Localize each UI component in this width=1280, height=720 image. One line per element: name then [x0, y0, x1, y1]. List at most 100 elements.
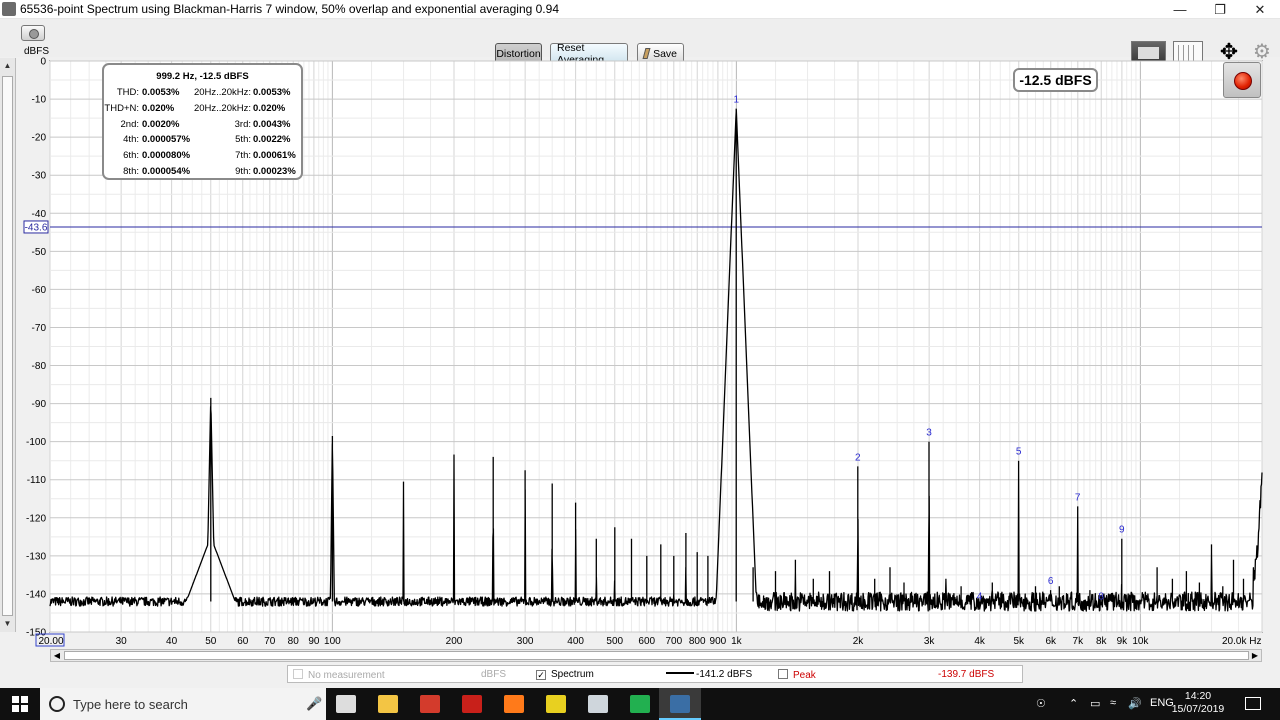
no-measurement-checkbox[interactable]: [293, 669, 303, 679]
title-bar: 65536-point Spectrum using Blackman-Harr…: [0, 0, 1280, 19]
x-tick-label: 40: [166, 636, 178, 647]
volume-icon[interactable]: 🔊: [1128, 697, 1142, 710]
x-tick-label: 6k: [1045, 636, 1057, 647]
x-tick-label: 60: [237, 636, 249, 647]
battery-icon[interactable]: ▭: [1090, 697, 1100, 710]
record-button[interactable]: [1223, 62, 1261, 98]
tray-chevron-icon[interactable]: ⌃: [1069, 697, 1078, 710]
y-tick-label: -60: [32, 285, 47, 296]
distortion-row: THD+N: 0.020% 20Hz..20kHz: 0.020%: [104, 103, 301, 117]
distortion-panel: 999.2 Hz, -12.5 dBFS THD: 0.0053% 20Hz..20…: [102, 63, 303, 180]
distortion-label: 3rd:: [234, 118, 251, 130]
distortion-label: 4th:: [123, 134, 139, 146]
close-button[interactable]: ✕: [1240, 0, 1280, 19]
no-measurement-unit: dBFS: [481, 669, 507, 680]
task-view-taskbar-button[interactable]: [325, 688, 367, 720]
y-tick-label: -70: [32, 323, 47, 334]
whatsapp-taskbar-button[interactable]: [619, 688, 661, 720]
x-tick-label: 100: [324, 636, 341, 647]
horizontal-scroll-thumb[interactable]: [64, 651, 1249, 660]
legend-spectrum[interactable]: ✓ Spectrum: [536, 669, 594, 680]
mail-taskbar-button[interactable]: [409, 688, 451, 720]
distortion-row: THD: 0.0053% 20Hz..20kHz: 0.0053%: [104, 87, 301, 101]
x-tick-label: 30: [116, 636, 128, 647]
distortion-label: 8th:: [123, 166, 139, 177]
distortion-label: THD+N:: [104, 102, 139, 114]
taskbar-search[interactable]: Type here to search 🎤: [40, 688, 326, 720]
harmonic-label: 4: [977, 591, 983, 602]
pdf-taskbar-button[interactable]: [535, 688, 577, 720]
clock-time: 14:20: [1184, 690, 1212, 702]
x-tick-label: 8k: [1096, 636, 1108, 647]
minimize-button[interactable]: —: [1160, 0, 1200, 19]
scroll-right-icon[interactable]: ▶: [1249, 650, 1261, 661]
y-tick-label: -120: [26, 513, 46, 524]
x-tick-label: 300: [517, 636, 534, 647]
y-unit-label: dBFS: [24, 46, 50, 57]
x-tick-label: 9k: [1117, 636, 1129, 647]
cursor-label: -43.6: [25, 222, 48, 233]
y-tick-label: -100: [26, 437, 46, 448]
clock-date: 15/07/2019: [1171, 703, 1225, 715]
distortion-value: 0.00061%: [253, 150, 296, 162]
distortion-row: 4th: 0.000057% 5th: 0.0022%: [104, 134, 301, 148]
files-taskbar-button[interactable]: [577, 688, 619, 720]
camera-icon[interactable]: [21, 25, 45, 41]
y-tick-label: -40: [32, 209, 47, 220]
horizontal-scrollbar[interactable]: ◀ ▶: [50, 649, 1262, 662]
distortion-header: 999.2 Hz, -12.5 dBFS: [156, 71, 249, 82]
window-title: 65536-point Spectrum using Blackman-Harr…: [20, 2, 559, 16]
y-tick-label: -110: [27, 475, 47, 486]
x-tick-label: 900: [710, 636, 727, 647]
notifications-icon[interactable]: [1245, 697, 1261, 710]
x-tick-label: 200: [446, 636, 463, 647]
distortion-label: 7th:: [235, 150, 251, 162]
spectrum-label: Spectrum: [551, 669, 594, 680]
y-tick-label: -90: [32, 399, 47, 410]
x-tick-label: 70: [264, 636, 276, 647]
y-tick-label: -130: [26, 551, 46, 562]
taskbar: Type here to search 🎤 ☉ ⌃ ▭ ≈ 🔊 ENG 14:2…: [0, 688, 1280, 720]
harmonic-label: 2: [855, 452, 861, 463]
cortana-icon: [49, 696, 65, 712]
microphone-icon[interactable]: 🎤: [306, 696, 322, 712]
distortion-value: 0.000054%: [142, 166, 191, 177]
harmonic-label: 7: [1075, 492, 1081, 503]
distortion-label: THD:: [116, 87, 139, 98]
files-icon: [588, 695, 608, 713]
scroll-left-icon[interactable]: ◀: [51, 650, 63, 661]
no-measurement-label: No measurement: [308, 670, 385, 681]
x-tick-label: 80: [288, 636, 300, 647]
clock[interactable]: 14:20 15/07/2019: [1168, 690, 1228, 716]
distortion-value: 0.00023%: [253, 166, 296, 177]
task-view-icon: [336, 695, 356, 713]
distortion-value: 0.0053%: [142, 87, 180, 98]
x-tick-label: 2k: [853, 636, 865, 647]
windows-start-icon[interactable]: [12, 696, 28, 712]
distortion-label: 5th:: [235, 134, 251, 146]
legend-peak[interactable]: Peak: [778, 669, 816, 681]
level-readout: -12.5 dBFS: [1013, 68, 1098, 92]
x-tick-label: 400: [567, 636, 584, 647]
wifi-icon[interactable]: ≈: [1110, 697, 1116, 709]
mail-icon: [420, 695, 440, 713]
peak-checkbox[interactable]: [778, 669, 788, 679]
distortion-value: 0.020%: [142, 102, 175, 114]
spectrum-value-text: -141.2 dBFS: [696, 669, 753, 680]
spectrum-checkbox[interactable]: ✓: [536, 670, 546, 680]
firefox-taskbar-button[interactable]: [493, 688, 535, 720]
distortion-value: 0.020%: [253, 102, 286, 114]
people-icon[interactable]: ☉: [1036, 697, 1046, 710]
harmonic-label: 1: [733, 95, 739, 106]
x-tick-label: 4k: [974, 636, 986, 647]
red-app-taskbar-button[interactable]: [451, 688, 493, 720]
distortion-label: 20Hz..20kHz:: [193, 102, 251, 114]
file-explorer-taskbar-button[interactable]: [367, 688, 409, 720]
spectrum-line-swatch: [666, 672, 694, 674]
app-icon: [2, 2, 16, 16]
x-tick-label: 500: [606, 636, 623, 647]
x-tick-label: 5k: [1013, 636, 1025, 647]
legend-no-measurement[interactable]: No measurement: [293, 669, 385, 681]
rew-taskbar-button[interactable]: [659, 688, 701, 720]
restore-button[interactable]: ❐: [1200, 0, 1240, 19]
